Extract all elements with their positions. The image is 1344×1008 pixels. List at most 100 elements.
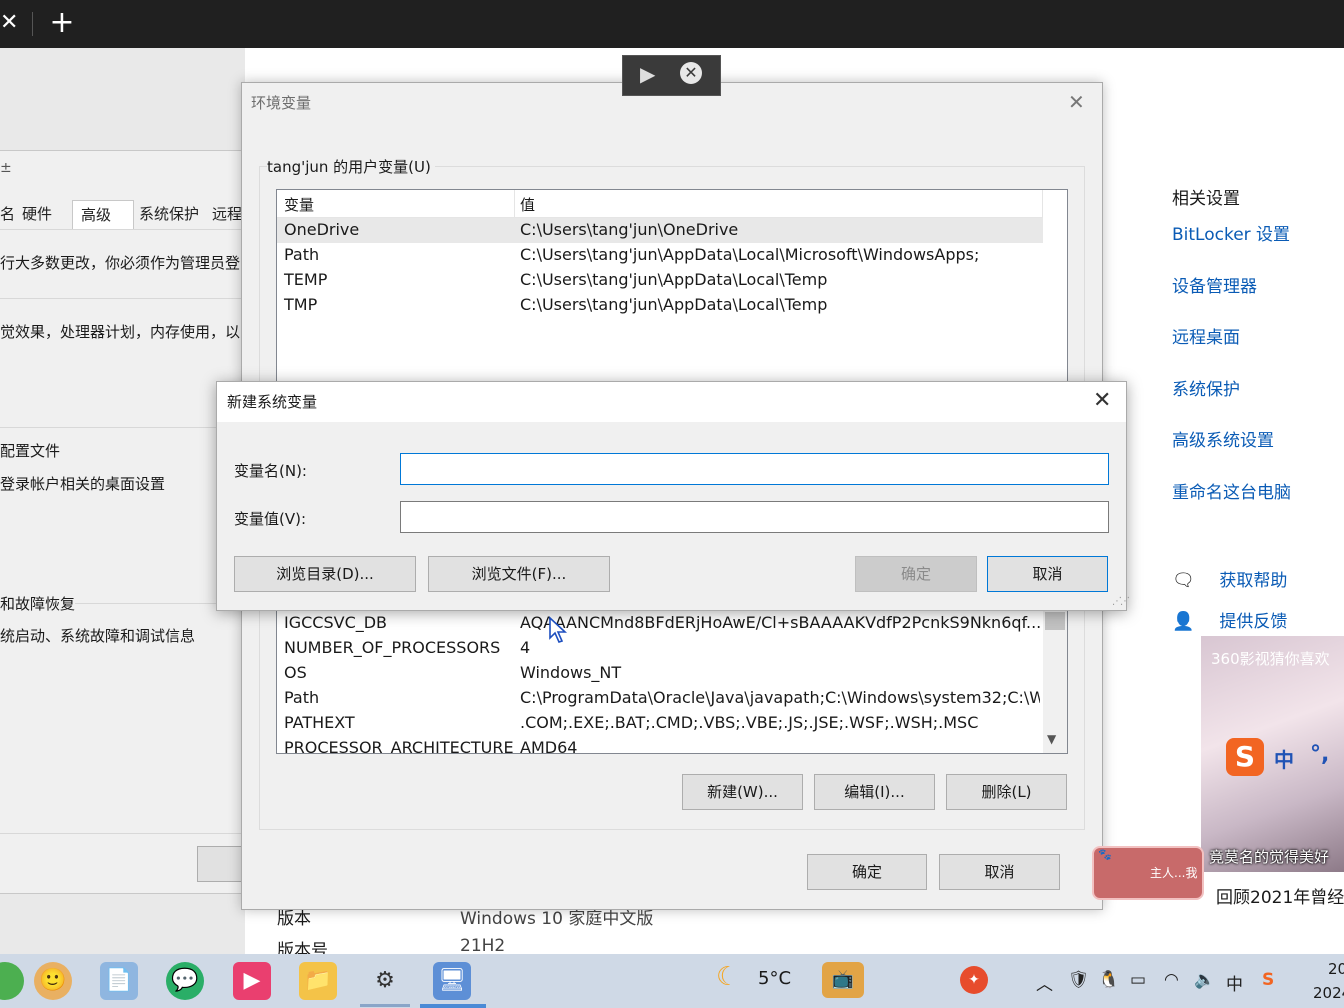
new-tab-icon[interactable]: + (48, 6, 76, 40)
system-var-row[interactable]: Path C:\ProgramData\Oracle\Java\javapath… (277, 686, 1043, 711)
resize-grip-icon[interactable]: ⋰⋰ (1112, 596, 1130, 607)
var-value: C:\Users\tang'jun\AppData\Local\Temp (520, 270, 828, 289)
system-var-row[interactable]: PROCESSOR_ARCHITECTURE AMD64 (277, 736, 1043, 753)
tv-widget-icon[interactable]: 📺 (822, 962, 864, 998)
tab-divider (0, 229, 245, 230)
env-close-icon[interactable]: ✕ (1068, 90, 1085, 114)
tray-security-icon[interactable]: 🛡 (1068, 970, 1090, 990)
moon-weather-icon[interactable]: ☾ (716, 962, 739, 992)
user-var-row[interactable]: OneDrive C:\Users\tang'jun\OneDrive (277, 218, 1043, 243)
var-name: OS (284, 663, 307, 682)
ime-punctuation-mode[interactable]: °, (1310, 742, 1329, 767)
var-name: OneDrive (284, 220, 360, 239)
env-cancel-button[interactable]: 取消 (939, 854, 1060, 890)
clock-time[interactable]: 20 (1328, 960, 1344, 978)
show-hidden-icons-chevron-icon[interactable]: ︿ (1036, 970, 1053, 995)
file-explorer-icon[interactable]: 📁 (299, 962, 337, 1000)
dialog-title: 新建系统变量 (227, 393, 318, 411)
recovery-header: 和故障恢复 (0, 593, 76, 614)
var-name: Path (284, 688, 320, 707)
var-value: C:\ProgramData\Oracle\Java\javapath;C:\W… (520, 688, 1040, 707)
var-name: PROCESSOR_ARCHITECTURE (284, 738, 514, 753)
settings-gear-icon[interactable]: ⚙ (366, 962, 404, 1000)
remote-desktop-link[interactable]: 远程桌面 (1172, 323, 1240, 348)
variable-value-input[interactable] (400, 501, 1109, 533)
var-value: Windows_NT (520, 663, 622, 682)
remote-close-icon[interactable]: ✕ (680, 62, 702, 84)
ime-toolbar[interactable]: S 中 °, (1226, 736, 1344, 780)
var-name: TEMP (284, 270, 328, 289)
input-method-icon[interactable]: 中 (1226, 970, 1243, 995)
ad-description[interactable]: 回顾2021年曾经门歌曲 (1216, 886, 1344, 910)
bitlocker-link[interactable]: BitLocker 设置 (1172, 220, 1290, 245)
tab-remote[interactable]: 远程 (212, 200, 242, 228)
column-separator (514, 190, 515, 218)
sogou-logo-icon: S (1226, 738, 1264, 776)
tab-system-protection[interactable]: 系统保护 (139, 200, 199, 228)
wifi-icon[interactable]: ◠ (1164, 970, 1179, 990)
system-var-row[interactable]: NUMBER_OF_PROCESSORS 4 (277, 636, 1043, 661)
delete-variable-button[interactable]: 删除(L) (946, 774, 1067, 810)
user-vars-header: 变量 值 (277, 190, 1043, 218)
tab-advanced[interactable]: 高级 (72, 200, 134, 230)
device-manager-link[interactable]: 设备管理器 (1172, 272, 1257, 297)
feedback-label: 提供反馈 (1219, 612, 1288, 632)
var-name: TMP (284, 295, 318, 314)
mouse-cursor-icon (549, 616, 568, 643)
system-protection-link[interactable]: 系统保护 (1172, 375, 1240, 400)
remote-play-icon[interactable]: ▶ (640, 62, 655, 86)
system-properties-ok-button[interactable] (197, 846, 245, 882)
dialog-cancel-button[interactable]: 取消 (987, 556, 1108, 592)
video-player-icon[interactable]: ▶ (233, 962, 271, 1000)
sogou-tray-icon[interactable]: S (1262, 970, 1274, 990)
group-divider (0, 833, 245, 834)
browse-file-button[interactable]: 浏览文件(F)... (428, 556, 610, 592)
close-tab-icon[interactable]: ✕ (0, 8, 22, 38)
qq-icon[interactable]: 🐧 (1098, 970, 1119, 990)
edit-variable-button[interactable]: 编辑(I)... (814, 774, 935, 810)
taskbar-notepad-icon[interactable]: 📄 (100, 962, 138, 1000)
tray-red-app-icon[interactable]: ✦ (960, 966, 988, 994)
temperature[interactable]: 5°C (758, 968, 791, 989)
volume-icon[interactable]: 🔈 (1194, 970, 1215, 990)
system-properties-taskbar-icon[interactable]: 🖥 (433, 962, 471, 1000)
battery-icon[interactable]: ▭ (1130, 970, 1146, 990)
browse-directory-button[interactable]: 浏览目录(D)... (234, 556, 416, 592)
group-divider (0, 427, 245, 428)
browser-tab-bar (0, 0, 1344, 48)
user-var-row[interactable]: TEMP C:\Users\tang'jun\AppData\Local\Tem… (277, 268, 1043, 293)
user-var-row[interactable]: Path C:\Users\tang'jun\AppData\Local\Mic… (277, 243, 1043, 268)
env-ok-button[interactable]: 确定 (807, 854, 927, 890)
advanced-system-settings-link[interactable]: 高级系统设置 (1172, 426, 1274, 451)
tab-computer-name[interactable]: 名 (0, 200, 15, 228)
dialog-ok-button[interactable]: 确定 (855, 556, 977, 592)
scrollbar-thumb[interactable] (1045, 612, 1065, 630)
user-var-row[interactable]: TMP C:\Users\tang'jun\AppData\Local\Temp (277, 293, 1043, 318)
pet-label: 主人...我 (1150, 866, 1198, 880)
var-value: C:\Users\tang'jun\AppData\Local\Microsof… (520, 245, 980, 264)
column-header-name[interactable]: 变量 (284, 194, 314, 215)
var-value: AQAAANCMnd8BFdERjHoAwE/Cl+sBAAAAKVdfP2Pc… (520, 613, 1040, 632)
new-variable-button[interactable]: 新建(W)... (682, 774, 803, 810)
taskbar-avatar-app-icon[interactable]: 🙂 (34, 962, 72, 1000)
feedback-link[interactable]: 👤 提供反馈 (1172, 607, 1287, 632)
scroll-down-chevron-icon[interactable]: ▼ (1047, 732, 1056, 746)
build-value: 21H2 (460, 936, 506, 956)
clock-date[interactable]: 2024 (1313, 984, 1344, 1002)
system-var-row[interactable]: OS Windows_NT (277, 661, 1043, 686)
column-header-value[interactable]: 值 (520, 194, 535, 215)
var-name: NUMBER_OF_PROCESSORS (284, 638, 501, 657)
var-value: C:\Users\tang'jun\AppData\Local\Temp (520, 295, 828, 314)
ad-caption: 竟莫名的觉得美好 (1209, 848, 1330, 866)
recovery-desc: 统启动、系统故障和调试信息 (0, 627, 196, 645)
dialog-close-icon[interactable]: ✕ (1093, 388, 1111, 413)
rename-pc-link[interactable]: 重命名这台电脑 (1172, 478, 1291, 503)
system-var-row[interactable]: IGCCSVC_DB AQAAANCMnd8BFdERjHoAwE/Cl+sBA… (277, 611, 1043, 636)
ime-chinese-mode[interactable]: 中 (1274, 744, 1294, 773)
system-var-row[interactable]: PATHEXT .COM;.EXE;.BAT;.CMD;.VBS;.VBE;.J… (277, 711, 1043, 736)
wechat-icon[interactable]: 💬 (166, 962, 204, 1000)
tab-hardware[interactable]: 硬件 (22, 200, 52, 228)
ad-text-area (1201, 872, 1344, 950)
variable-name-input[interactable] (400, 453, 1109, 485)
get-help-link[interactable]: 🗨 获取帮助 (1172, 566, 1287, 591)
